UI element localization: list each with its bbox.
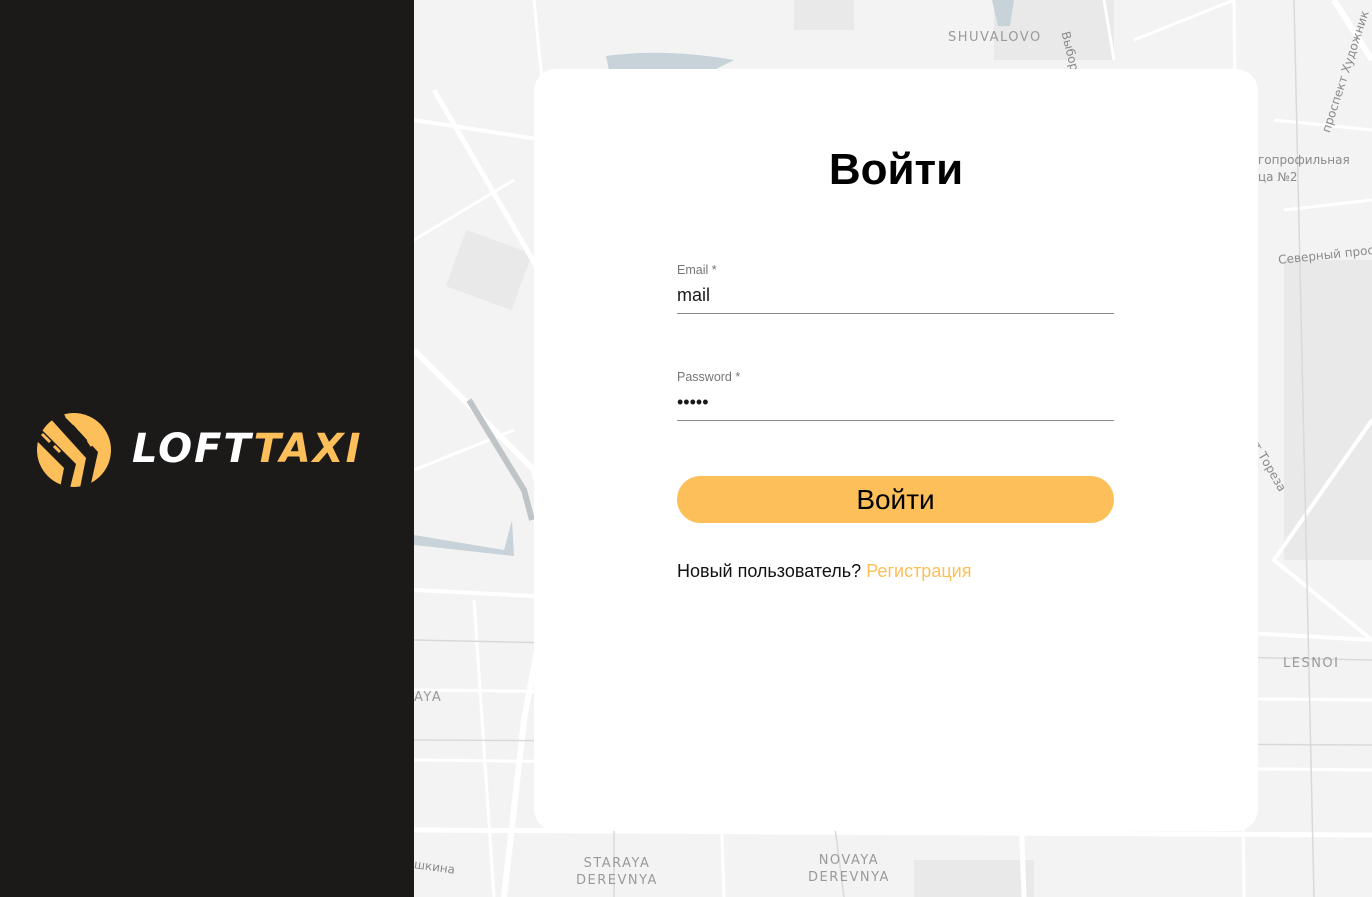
map-label-lesnoi: LESNOI (1283, 656, 1340, 671)
logo-word-taxi: TAXI (253, 426, 363, 472)
signup-prompt: Новый пользователь? Регистрация (677, 561, 971, 582)
password-field: Password * (677, 370, 1114, 421)
sidebar: LOFTTAXI (0, 0, 414, 897)
login-button[interactable]: Войти (677, 476, 1114, 523)
logo: LOFTTAXI (36, 410, 376, 490)
email-field: Email * (677, 263, 1114, 314)
logo-word-loft: LOFT (132, 426, 254, 472)
email-input[interactable] (677, 279, 1114, 314)
map-label-shuvalovo: SHUVALOVO (948, 30, 1042, 45)
new-user-text: Новый пользователь? (677, 561, 862, 581)
password-label: Password * (677, 370, 741, 384)
password-input[interactable] (677, 386, 1114, 421)
email-label: Email * (677, 263, 717, 277)
map-label-aya: AYA (414, 690, 443, 705)
map-label-gimnazia: гопрофильная ца №2 (1258, 153, 1350, 184)
map-label-novaya: NOVAYA DEREVNYA (808, 853, 890, 885)
logo-text: LOFTTAXI (132, 423, 362, 475)
map-label-staraya: STARAYA DEREVNYA (576, 856, 658, 888)
page-title: Войти (828, 145, 964, 194)
login-card: Войти Email * Password * Войти Новый пол… (534, 69, 1258, 831)
taxi-road-logo-icon (36, 412, 111, 488)
register-link[interactable]: Регистрация (866, 561, 971, 581)
